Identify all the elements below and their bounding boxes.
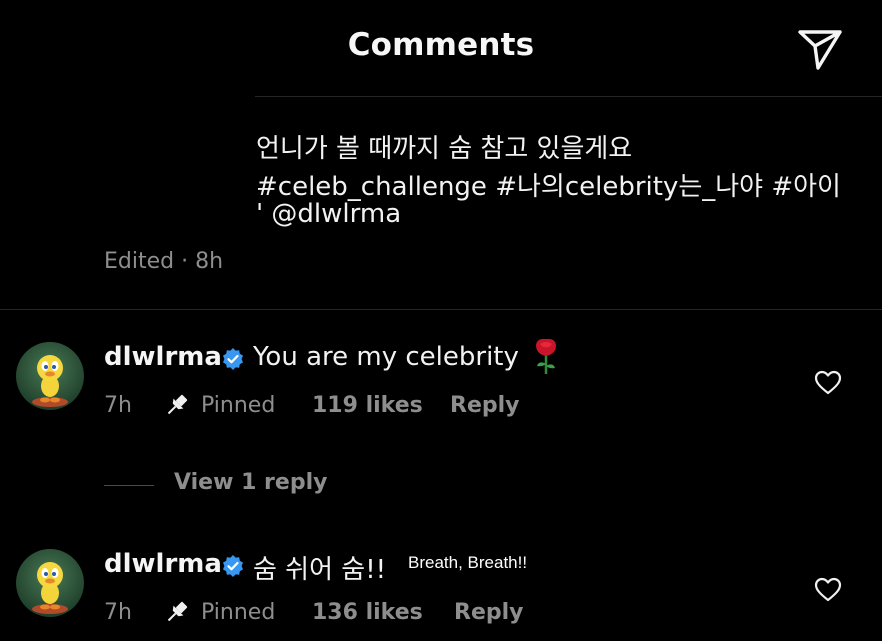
comment-time: 7h — [104, 393, 132, 418]
send-icon — [798, 30, 842, 70]
comment-time: 7h — [104, 600, 132, 625]
pinned-label: Pinned — [201, 393, 276, 418]
tweety-avatar-image — [16, 342, 84, 410]
header-divider — [255, 96, 882, 97]
comment-username[interactable]: dlwlrma — [104, 342, 222, 372]
comment-username[interactable]: dlwlrma — [104, 549, 222, 579]
edited-timestamp: Edited · 8h — [104, 249, 224, 274]
like-heart-icon[interactable] — [813, 368, 843, 398]
like-heart-icon[interactable] — [813, 575, 843, 605]
tweety-avatar-image — [16, 549, 84, 617]
pinned-label: Pinned — [201, 600, 276, 625]
translation-overlay-text: Breath, Breath!! — [408, 553, 528, 572]
pin-icon — [167, 601, 188, 622]
rose-emoji-icon — [536, 338, 556, 374]
verified-badge-icon — [223, 555, 243, 577]
comment-text: 숨 쉬어 숨!! — [253, 555, 387, 585]
caption-text: 언니가 볼 때까지 숨 참고 있을게요 — [256, 134, 633, 164]
comment-item: dlwlrma You are my celebrity 7h Pinned 1… — [0, 330, 882, 440]
reply-button[interactable]: Reply — [454, 600, 524, 625]
likes-count[interactable]: 136 likes — [312, 600, 423, 625]
reply-button[interactable]: Reply — [450, 393, 520, 418]
caption-hashtags[interactable]: #celeb_challenge #나의celebrity는_나야 #아이 — [256, 166, 841, 203]
page-title: Comments — [347, 27, 535, 63]
comment-text: You are my celebrity — [253, 342, 519, 372]
caption-divider — [0, 309, 882, 310]
avatar[interactable] — [16, 342, 84, 410]
verified-badge-icon — [223, 348, 243, 370]
share-button[interactable] — [796, 24, 844, 72]
view-replies-button[interactable]: View 1 reply — [174, 470, 327, 495]
avatar[interactable] — [16, 549, 84, 617]
replies-line — [104, 485, 154, 486]
pin-icon — [167, 394, 188, 415]
likes-count[interactable]: 119 likes — [312, 393, 423, 418]
caption-mention[interactable]: ' @dlwlrma — [256, 199, 401, 229]
